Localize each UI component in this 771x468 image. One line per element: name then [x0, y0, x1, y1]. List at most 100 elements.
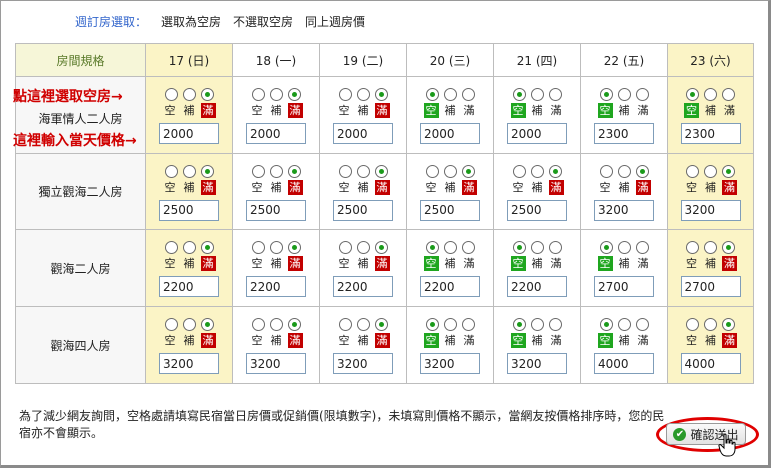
status-radio-full[interactable] — [200, 241, 214, 254]
status-radio-full[interactable] — [461, 88, 475, 101]
status-radio-fill[interactable] — [617, 318, 631, 331]
price-input[interactable] — [594, 199, 654, 221]
status-radio-vacant[interactable] — [512, 318, 526, 331]
status-radio-full[interactable] — [200, 164, 214, 178]
status-radio-vacant[interactable] — [164, 88, 178, 101]
status-radio-fill[interactable] — [182, 318, 196, 331]
status-radio-full[interactable] — [200, 318, 214, 331]
price-input[interactable] — [680, 123, 741, 144]
status-radio-vacant[interactable] — [338, 241, 352, 254]
price-input[interactable] — [420, 276, 480, 297]
select-vacant-link[interactable]: 選取為空房 — [161, 13, 221, 30]
status-radio-full[interactable] — [461, 318, 475, 331]
status-radio-full[interactable] — [722, 318, 735, 331]
price-input[interactable] — [159, 199, 219, 221]
status-radio-vacant[interactable] — [599, 164, 613, 178]
status-radio-fill[interactable] — [269, 88, 283, 101]
status-radio-fill[interactable] — [356, 88, 370, 101]
status-radio-fill[interactable] — [182, 88, 196, 101]
status-radio-fill[interactable] — [617, 88, 631, 101]
status-radio-vacant[interactable] — [164, 164, 178, 178]
status-radio-fill[interactable] — [617, 241, 631, 254]
status-radio-fill[interactable] — [530, 241, 544, 254]
status-radio-full[interactable] — [374, 88, 388, 101]
status-radio-full[interactable] — [374, 164, 388, 178]
price-input[interactable] — [333, 199, 393, 221]
price-input[interactable] — [246, 123, 306, 144]
price-input[interactable] — [420, 123, 480, 144]
status-radio-vacant[interactable] — [599, 318, 613, 331]
status-radio-fill[interactable] — [182, 164, 196, 178]
status-radio-full[interactable] — [635, 88, 649, 101]
price-input[interactable] — [680, 353, 741, 374]
status-radio-fill[interactable] — [443, 88, 457, 101]
status-radio-full[interactable] — [635, 164, 649, 178]
status-radio-vacant[interactable] — [512, 164, 526, 178]
status-radio-fill[interactable] — [530, 88, 544, 101]
status-radio-fill[interactable] — [443, 318, 457, 331]
status-radio-fill[interactable] — [530, 318, 544, 331]
price-input[interactable] — [159, 123, 219, 144]
price-input[interactable] — [680, 199, 741, 221]
status-radio-fill[interactable] — [530, 164, 544, 178]
price-input[interactable] — [333, 123, 393, 144]
status-radio-full[interactable] — [287, 241, 301, 254]
status-radio-full[interactable] — [548, 164, 562, 178]
price-input[interactable] — [594, 353, 654, 374]
status-radio-vacant[interactable] — [164, 241, 178, 254]
status-radio-vacant[interactable] — [425, 241, 439, 254]
status-radio-vacant[interactable] — [686, 241, 699, 254]
status-radio-vacant[interactable] — [425, 164, 439, 178]
status-radio-vacant[interactable] — [512, 88, 526, 101]
status-radio-fill[interactable] — [704, 241, 717, 254]
status-radio-vacant[interactable] — [512, 241, 526, 254]
status-radio-fill[interactable] — [704, 88, 717, 101]
status-radio-fill[interactable] — [704, 164, 717, 178]
price-input[interactable] — [507, 353, 567, 374]
status-radio-vacant[interactable] — [251, 318, 265, 331]
status-radio-full[interactable] — [722, 164, 735, 178]
price-input[interactable] — [594, 276, 654, 297]
status-radio-full[interactable] — [287, 88, 301, 101]
status-radio-full[interactable] — [548, 241, 562, 254]
status-radio-vacant[interactable] — [251, 88, 265, 101]
price-input[interactable] — [333, 276, 393, 297]
status-radio-full[interactable] — [635, 318, 649, 331]
price-input[interactable] — [680, 276, 741, 297]
status-radio-fill[interactable] — [269, 164, 283, 178]
status-radio-full[interactable] — [548, 88, 562, 101]
status-radio-vacant[interactable] — [599, 241, 613, 254]
status-radio-full[interactable] — [548, 318, 562, 331]
status-radio-full[interactable] — [722, 241, 735, 254]
unselect-vacant-link[interactable]: 不選取空房 — [233, 13, 293, 30]
status-radio-vacant[interactable] — [338, 88, 352, 101]
price-input[interactable] — [507, 276, 567, 297]
price-input[interactable] — [246, 276, 306, 297]
price-input[interactable] — [507, 199, 567, 221]
status-radio-fill[interactable] — [269, 318, 283, 331]
status-radio-fill[interactable] — [356, 318, 370, 331]
status-radio-full[interactable] — [461, 164, 475, 178]
price-input[interactable] — [159, 353, 219, 374]
status-radio-full[interactable] — [200, 88, 214, 101]
price-input[interactable] — [333, 353, 393, 374]
status-radio-full[interactable] — [374, 318, 388, 331]
price-input[interactable] — [507, 123, 567, 144]
status-radio-vacant[interactable] — [425, 318, 439, 331]
status-radio-vacant[interactable] — [338, 164, 352, 178]
status-radio-full[interactable] — [722, 88, 735, 101]
price-input[interactable] — [159, 276, 219, 297]
copy-last-week-price-link[interactable]: 同上週房價 — [305, 13, 365, 30]
status-radio-full[interactable] — [374, 241, 388, 254]
status-radio-vacant[interactable] — [686, 88, 699, 101]
status-radio-fill[interactable] — [443, 241, 457, 254]
status-radio-vacant[interactable] — [251, 164, 265, 178]
status-radio-vacant[interactable] — [686, 318, 699, 331]
status-radio-fill[interactable] — [356, 241, 370, 254]
price-input[interactable] — [420, 353, 480, 374]
status-radio-fill[interactable] — [269, 241, 283, 254]
status-radio-full[interactable] — [461, 241, 475, 254]
status-radio-full[interactable] — [287, 164, 301, 178]
status-radio-vacant[interactable] — [686, 164, 699, 178]
status-radio-fill[interactable] — [356, 164, 370, 178]
